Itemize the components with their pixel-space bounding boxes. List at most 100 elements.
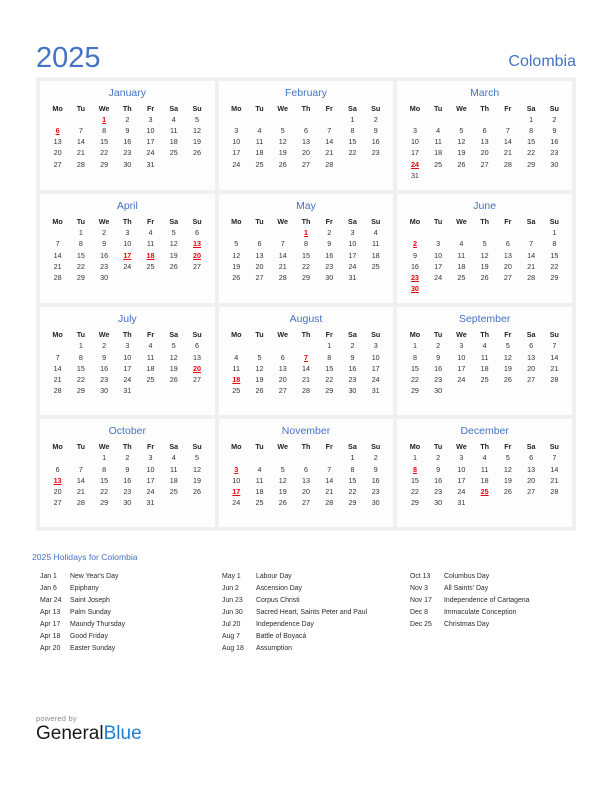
day-cell[interactable]: 31 (403, 170, 426, 181)
day-cell[interactable]: 27 (294, 497, 317, 508)
day-cell[interactable]: 7 (46, 239, 69, 250)
day-cell[interactable]: 21 (69, 486, 92, 497)
day-cell[interactable]: 1 (341, 115, 364, 126)
day-cell-holiday[interactable]: 8 (403, 464, 426, 475)
day-cell[interactable]: 9 (364, 464, 387, 475)
day-cell[interactable]: 14 (294, 363, 317, 374)
day-cell[interactable]: 19 (473, 261, 496, 272)
day-cell[interactable]: 7 (271, 239, 294, 250)
day-cell[interactable]: 10 (225, 137, 248, 148)
day-cell[interactable]: 22 (69, 374, 92, 385)
day-cell[interactable]: 6 (185, 228, 208, 239)
day-cell[interactable]: 20 (46, 148, 69, 159)
day-cell[interactable]: 27 (294, 159, 317, 170)
day-cell[interactable]: 5 (473, 239, 496, 250)
day-cell[interactable]: 15 (543, 250, 566, 261)
day-cell[interactable]: 11 (450, 250, 473, 261)
day-cell[interactable]: 20 (520, 363, 543, 374)
day-cell[interactable]: 20 (496, 261, 519, 272)
day-cell[interactable]: 9 (364, 126, 387, 137)
day-cell[interactable]: 22 (341, 486, 364, 497)
day-cell[interactable]: 3 (364, 341, 387, 352)
day-cell[interactable]: 24 (225, 497, 248, 508)
day-cell[interactable]: 6 (46, 464, 69, 475)
day-cell[interactable]: 5 (496, 453, 519, 464)
day-cell[interactable]: 7 (543, 453, 566, 464)
day-cell[interactable]: 8 (341, 126, 364, 137)
day-cell-holiday[interactable]: 20 (185, 250, 208, 261)
day-cell[interactable]: 19 (162, 250, 185, 261)
day-cell[interactable]: 29 (543, 272, 566, 283)
day-cell[interactable]: 4 (225, 352, 248, 363)
day-cell[interactable]: 19 (496, 475, 519, 486)
day-cell[interactable]: 23 (364, 148, 387, 159)
day-cell[interactable]: 1 (69, 341, 92, 352)
day-cell[interactable]: 27 (46, 159, 69, 170)
day-cell[interactable]: 25 (248, 159, 271, 170)
day-cell[interactable]: 13 (271, 363, 294, 374)
day-cell[interactable]: 1 (341, 453, 364, 464)
day-cell[interactable]: 9 (427, 464, 450, 475)
day-cell[interactable]: 1 (69, 228, 92, 239)
day-cell[interactable]: 27 (520, 486, 543, 497)
day-cell-holiday[interactable]: 17 (116, 250, 139, 261)
day-cell[interactable]: 16 (403, 261, 426, 272)
day-cell[interactable]: 4 (162, 453, 185, 464)
day-cell[interactable]: 7 (69, 126, 92, 137)
day-cell[interactable]: 29 (520, 159, 543, 170)
day-cell[interactable]: 10 (341, 239, 364, 250)
day-cell[interactable]: 25 (248, 497, 271, 508)
day-cell[interactable]: 11 (364, 239, 387, 250)
day-cell[interactable]: 26 (271, 497, 294, 508)
day-cell[interactable]: 12 (185, 464, 208, 475)
day-cell[interactable]: 12 (162, 239, 185, 250)
day-cell[interactable]: 12 (473, 250, 496, 261)
day-cell[interactable]: 19 (162, 363, 185, 374)
day-cell-holiday[interactable]: 18 (225, 374, 248, 385)
day-cell[interactable]: 21 (294, 374, 317, 385)
day-cell[interactable]: 14 (318, 137, 341, 148)
day-cell[interactable]: 20 (473, 148, 496, 159)
day-cell[interactable]: 2 (427, 341, 450, 352)
day-cell[interactable]: 23 (116, 148, 139, 159)
day-cell[interactable]: 24 (139, 148, 162, 159)
day-cell[interactable]: 11 (427, 137, 450, 148)
day-cell-holiday[interactable]: 18 (139, 250, 162, 261)
day-cell[interactable]: 14 (543, 464, 566, 475)
day-cell[interactable]: 31 (341, 272, 364, 283)
day-cell[interactable]: 27 (473, 159, 496, 170)
day-cell[interactable]: 4 (473, 341, 496, 352)
day-cell[interactable]: 1 (520, 115, 543, 126)
day-cell-holiday[interactable]: 24 (403, 159, 426, 170)
day-cell[interactable]: 21 (520, 261, 543, 272)
day-cell[interactable]: 8 (318, 352, 341, 363)
day-cell[interactable]: 16 (543, 137, 566, 148)
day-cell[interactable]: 12 (248, 363, 271, 374)
day-cell[interactable]: 29 (318, 385, 341, 396)
day-cell[interactable]: 23 (116, 486, 139, 497)
day-cell[interactable]: 29 (69, 272, 92, 283)
day-cell[interactable]: 18 (162, 137, 185, 148)
day-cell[interactable]: 21 (46, 374, 69, 385)
day-cell-holiday[interactable]: 17 (225, 486, 248, 497)
day-cell[interactable]: 18 (162, 475, 185, 486)
day-cell[interactable]: 22 (318, 374, 341, 385)
day-cell[interactable]: 8 (69, 239, 92, 250)
day-cell[interactable]: 14 (271, 250, 294, 261)
day-cell[interactable]: 27 (248, 272, 271, 283)
day-cell[interactable]: 1 (403, 341, 426, 352)
day-cell[interactable]: 13 (185, 352, 208, 363)
day-cell[interactable]: 22 (92, 486, 115, 497)
day-cell[interactable]: 1 (543, 228, 566, 239)
day-cell[interactable]: 24 (116, 374, 139, 385)
day-cell[interactable]: 8 (341, 464, 364, 475)
day-cell[interactable]: 10 (116, 352, 139, 363)
day-cell[interactable]: 4 (364, 228, 387, 239)
day-cell[interactable]: 30 (116, 159, 139, 170)
day-cell[interactable]: 24 (427, 272, 450, 283)
day-cell[interactable]: 15 (520, 137, 543, 148)
day-cell[interactable]: 25 (473, 374, 496, 385)
day-cell[interactable]: 18 (427, 148, 450, 159)
day-cell[interactable]: 31 (364, 385, 387, 396)
day-cell[interactable]: 8 (543, 239, 566, 250)
